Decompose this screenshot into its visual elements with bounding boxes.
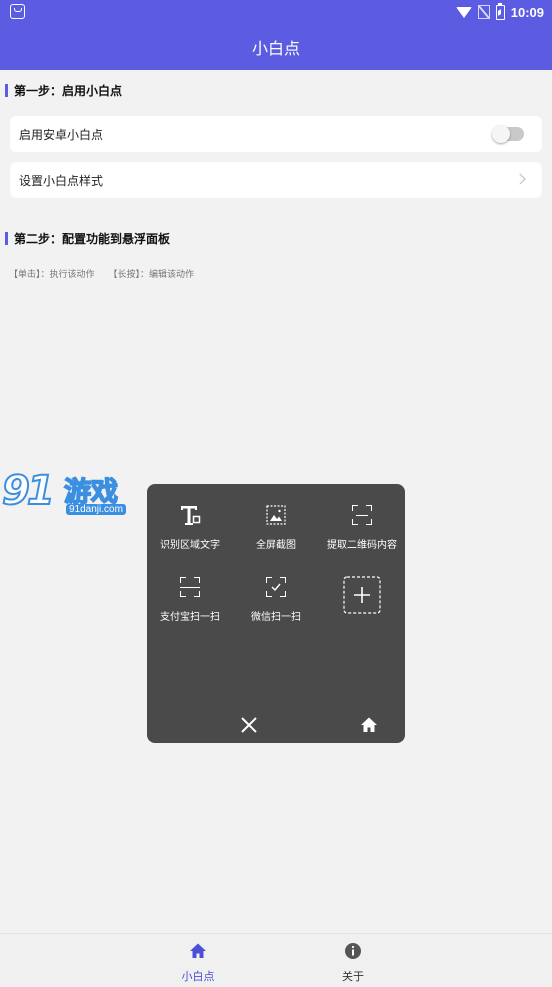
dot-style-row[interactable]: 设置小白点样式	[10, 162, 542, 198]
text-recognize-icon	[177, 502, 203, 528]
status-icons: 10:09	[455, 2, 544, 21]
step1-heading: 第一步：启用小白点	[5, 82, 122, 99]
chevron-right-icon	[514, 173, 526, 185]
step1-heading-text: 第一步：启用小白点	[14, 84, 123, 98]
panel-item-label: 全屏截图	[256, 540, 296, 551]
notification-icon	[10, 4, 25, 19]
floating-panel: 识别区域文字 全屏截图 提取二维码内容 支付宝扫一扫 微信扫一扫	[147, 484, 405, 743]
page-title: 小白点	[251, 39, 300, 58]
hint-long-press: 【长按】：编辑该动作	[108, 270, 195, 280]
home-icon[interactable]	[360, 716, 378, 734]
step2-heading: 第二步：配置功能到悬浮面板	[5, 230, 170, 247]
nav-label: 小白点	[181, 970, 215, 983]
watermark-url: 91danji.com	[66, 504, 126, 515]
panel-item-text-recognize[interactable]: 识别区域文字	[147, 502, 233, 551]
enable-dot-row[interactable]: 启用安卓小白点	[10, 116, 542, 152]
panel-item-wechat-scan[interactable]: 微信扫一扫	[233, 574, 319, 623]
heading-accent-bar	[5, 84, 8, 97]
alipay-scan-icon	[177, 574, 203, 600]
panel-item-screenshot[interactable]: 全屏截图	[233, 502, 319, 551]
app-bar: 小白点	[0, 24, 552, 70]
panel-item-add[interactable]	[319, 576, 405, 614]
close-icon[interactable]	[240, 716, 258, 734]
status-bar: 10:09	[0, 0, 552, 24]
action-hint: 【单击】：执行该动作 【长按】：编辑该动作	[9, 267, 194, 280]
home-icon	[190, 943, 206, 958]
add-icon	[343, 576, 381, 614]
dot-style-label: 设置小白点样式	[19, 173, 104, 188]
enable-dot-toggle[interactable]	[492, 125, 524, 143]
panel-item-label: 识别区域文字	[160, 540, 220, 551]
enable-dot-label: 启用安卓小白点	[19, 127, 104, 142]
nav-item-dot[interactable]: 小白点	[158, 942, 238, 984]
watermark-brand: 91	[1, 467, 56, 515]
bottom-nav: 小白点 关于	[0, 933, 552, 987]
no-sim-icon	[477, 5, 490, 19]
toggle-knob	[492, 125, 510, 143]
battery-icon	[495, 2, 505, 20]
qr-scan-icon	[349, 502, 375, 528]
wifi-icon	[455, 6, 472, 18]
screenshot-icon	[263, 502, 289, 528]
info-icon	[345, 943, 361, 959]
wechat-scan-icon	[263, 574, 289, 600]
panel-item-label: 微信扫一扫	[251, 612, 301, 623]
nav-label: 关于	[342, 970, 364, 983]
heading-accent-bar	[5, 232, 8, 245]
panel-item-qr-scan[interactable]: 提取二维码内容	[319, 502, 405, 551]
panel-item-label: 支付宝扫一扫	[160, 612, 220, 623]
watermark-logo: 91 游戏 91danji.com	[0, 467, 140, 524]
panel-item-label: 提取二维码内容	[327, 540, 397, 551]
clock: 10:09	[510, 4, 544, 20]
step2-heading-text: 第二步：配置功能到悬浮面板	[14, 232, 171, 246]
hint-click: 【单击】：执行该动作	[9, 270, 95, 280]
nav-item-about[interactable]: 关于	[313, 942, 393, 984]
panel-item-alipay-scan[interactable]: 支付宝扫一扫	[147, 574, 233, 623]
